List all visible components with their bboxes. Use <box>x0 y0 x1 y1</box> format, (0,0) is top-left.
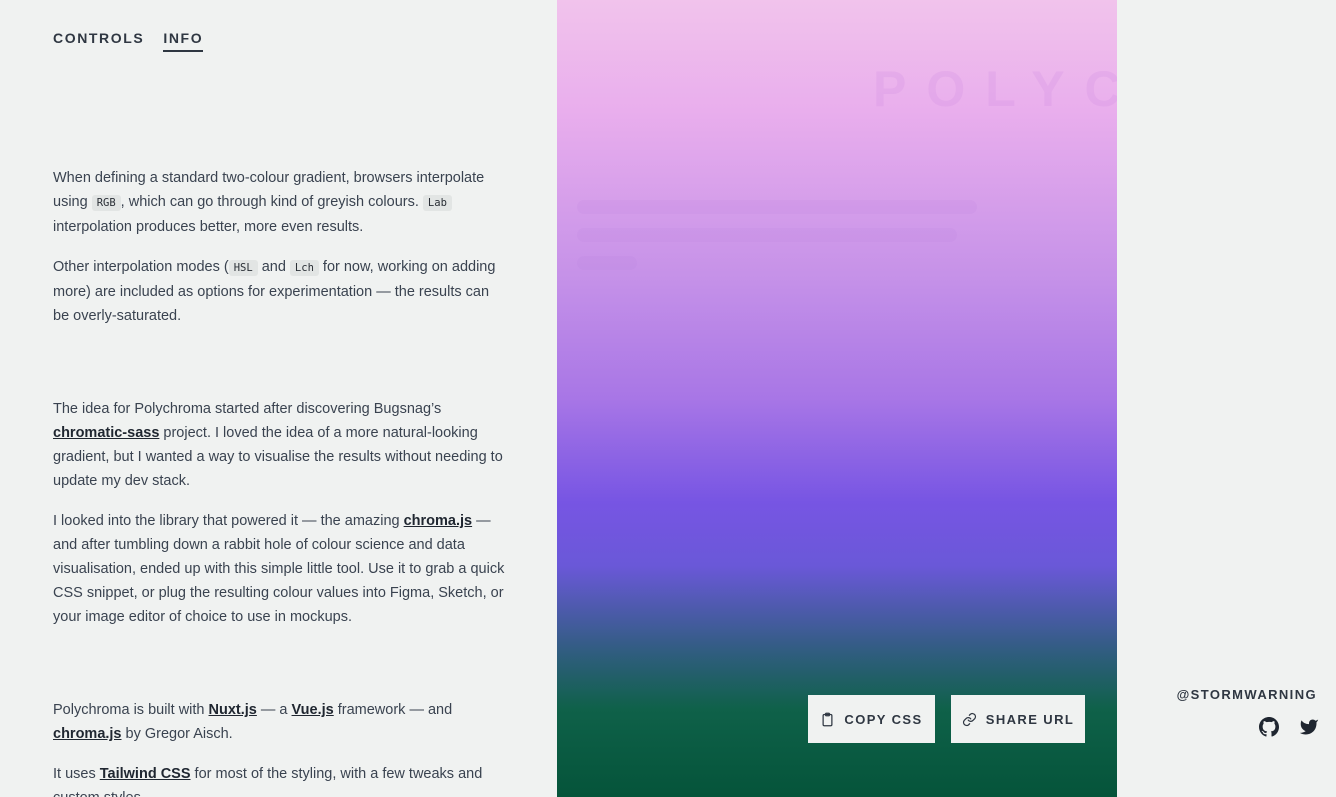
tab-info[interactable]: INFO <box>163 30 204 52</box>
tab-bar: CONTROLS INFO <box>53 30 204 52</box>
share-url-button[interactable]: SHARE URL <box>951 695 1085 743</box>
link-nuxt-js[interactable]: Nuxt.js <box>209 702 257 718</box>
link-chroma-js[interactable]: chroma.js <box>404 513 473 529</box>
clipboard-icon <box>822 712 833 726</box>
copy-css-button[interactable]: COPY CSS <box>808 695 935 743</box>
link-vue-js[interactable]: Vue.js <box>292 702 334 718</box>
share-url-label: SHARE URL <box>985 711 1075 727</box>
author-handle[interactable]: @STORMWARNING <box>1177 687 1317 702</box>
code-lab: Lab <box>422 195 452 211</box>
github-icon[interactable] <box>1259 717 1279 737</box>
code-rgb: RGB <box>91 195 121 211</box>
code-lch: Lch <box>289 260 319 276</box>
info-paragraph: The idea for Polychroma started after di… <box>53 401 503 489</box>
link-icon <box>962 712 976 726</box>
copy-css-label: COPY CSS <box>844 711 923 727</box>
info-paragraph: Other interpolation modes (HSL and Lch f… <box>53 259 496 324</box>
link-chromatic-sass[interactable]: chromatic-sass <box>53 425 159 441</box>
info-paragraph: It uses Tailwind CSS for most of the sty… <box>53 766 483 797</box>
info-panel: CONTROLS INFO When defining a standard t… <box>0 0 557 797</box>
info-paragraph: Polychroma is built with Nuxt.js — a Vue… <box>53 702 453 742</box>
link-tailwind-css[interactable]: Tailwind CSS <box>100 766 191 782</box>
info-content: When defining a standard two-colour grad… <box>53 166 505 797</box>
code-hsl: HSL <box>228 260 258 276</box>
ghost-line <box>577 228 957 242</box>
link-chroma-js-2[interactable]: chroma.js <box>53 726 122 742</box>
tab-controls[interactable]: CONTROLS <box>53 30 144 52</box>
ghost-line <box>577 256 637 270</box>
ghost-line <box>577 200 977 214</box>
twitter-icon[interactable] <box>1299 717 1319 737</box>
info-paragraph: When defining a standard two-colour grad… <box>53 170 485 235</box>
gradient-preview: POLYCH <box>557 0 1117 797</box>
info-paragraph: I looked into the library that powered i… <box>53 513 505 625</box>
ghost-title: POLYCH <box>873 61 1117 117</box>
